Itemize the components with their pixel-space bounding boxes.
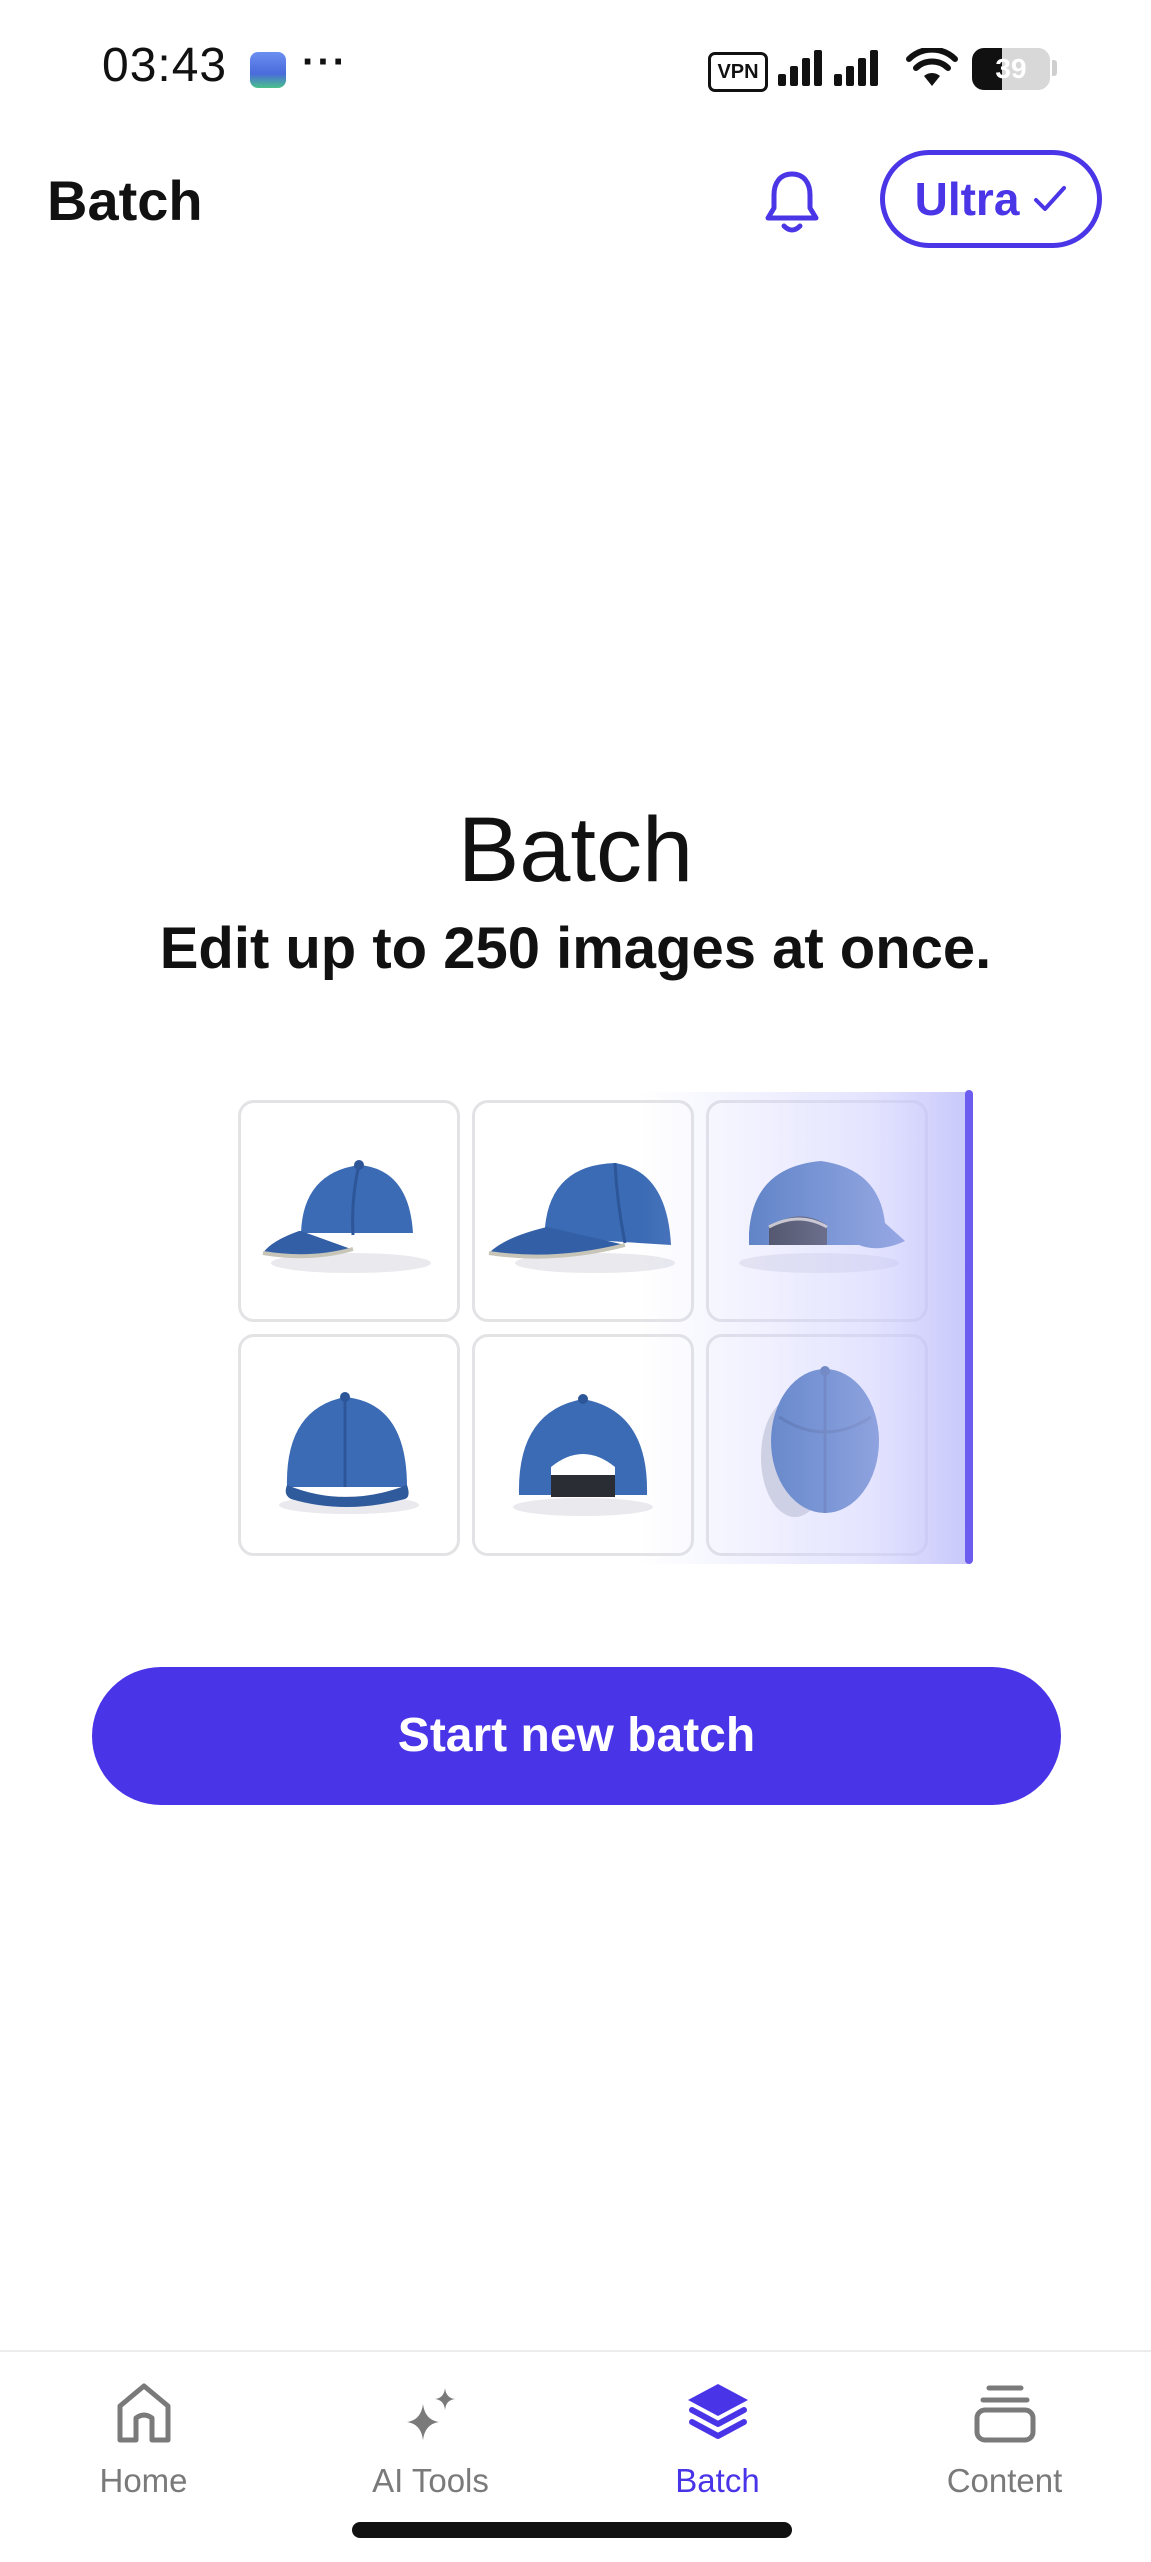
processing-overlay	[640, 1092, 970, 1564]
wifi-icon	[906, 48, 958, 86]
battery-icon: 39	[972, 48, 1050, 90]
cellular-signal-icon	[778, 50, 878, 86]
start-new-batch-button[interactable]: Start new batch	[92, 1667, 1061, 1805]
more-notifications-icon: ···	[302, 40, 348, 84]
home-indicator[interactable]	[352, 2522, 792, 2538]
app-notification-icon	[250, 52, 286, 88]
battery-tip	[1052, 60, 1057, 76]
sample-image-cap-front	[238, 1334, 460, 1556]
sparkles-icon	[407, 2388, 455, 2440]
nav-label-batch: Batch	[675, 2462, 760, 2499]
nav-label-content: Content	[946, 2462, 1063, 2499]
nav-item-content[interactable]: Content	[861, 2352, 1148, 2562]
nav-label-ai-tools: AI Tools	[372, 2462, 489, 2499]
stack-icon	[974, 2385, 1036, 2443]
status-bar: 03:43 ··· VPN 39	[0, 0, 1151, 140]
battery-level: 39	[995, 53, 1027, 84]
nav-item-home[interactable]: Home	[0, 2352, 287, 2562]
hero-title: Batch	[457, 799, 694, 901]
layers-icon	[688, 2384, 748, 2439]
plan-badge-button[interactable]: Ultra	[880, 150, 1102, 248]
page-title: Batch	[47, 169, 203, 232]
status-time: 03:43	[102, 39, 228, 92]
plan-label: Ultra	[914, 173, 1020, 225]
vpn-icon: VPN	[708, 52, 768, 92]
hero-subtitle: Edit up to 250 images at once.	[159, 916, 992, 981]
processing-progress-line	[965, 1090, 973, 1564]
bell-icon[interactable]	[760, 168, 824, 238]
home-icon	[117, 2383, 171, 2443]
nav-label-home: Home	[99, 2462, 188, 2499]
sample-image-cap-front-left	[238, 1100, 460, 1322]
check-icon	[1034, 186, 1067, 211]
